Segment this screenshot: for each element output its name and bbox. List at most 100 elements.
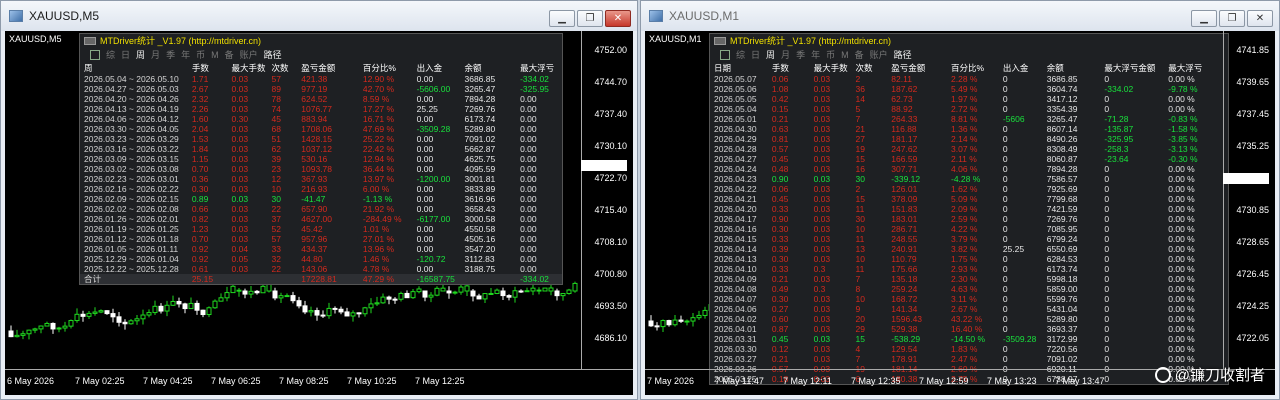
table-row: 2026.04.16 0.30 0.03 10 286.71 4.22 % 0 7085.95… xyxy=(710,224,1228,234)
stats-tab[interactable]: 季 xyxy=(166,48,175,62)
stats-tab[interactable]: 综 xyxy=(736,48,745,62)
minimize-button[interactable]: ▁ xyxy=(549,10,575,27)
column-header[interactable]: 手数 xyxy=(768,62,810,74)
table-cell: 0.03 xyxy=(813,184,831,194)
candle-body xyxy=(440,287,446,292)
stats-tab[interactable]: 月 xyxy=(781,48,790,62)
panel-toggle-icon[interactable] xyxy=(84,37,96,45)
table-cell: 2.67 % xyxy=(951,304,978,314)
stats-tab[interactable]: 月 xyxy=(151,48,160,62)
stats-tab[interactable]: 日 xyxy=(121,48,130,62)
price-axis[interactable]: 4752.00 4744.70 4737.40 4730.10 4722.70 4715.… xyxy=(581,31,633,369)
column-header[interactable]: 最大浮亏 xyxy=(1164,62,1228,74)
price-chart[interactable]: XAUUSD,M5 MTDriver统计 _V1.97 (http://mtdr… xyxy=(5,31,633,395)
table-cell: 0.00 % xyxy=(1168,294,1195,304)
stats-tab[interactable]: 年 xyxy=(811,48,820,62)
column-header[interactable]: 日期 xyxy=(710,62,768,74)
table-cell: 0 xyxy=(1104,224,1110,234)
table-cell: 3.82 % xyxy=(951,244,978,254)
table-cell: 0.00 xyxy=(520,174,537,184)
panel-toggle-icon[interactable] xyxy=(714,37,726,45)
table-cell: 16 xyxy=(855,164,865,174)
column-header[interactable]: 手数 xyxy=(188,62,228,74)
table-cell: -5606 xyxy=(1002,114,1025,124)
column-header[interactable]: 次数 xyxy=(852,62,888,74)
stats-tab[interactable]: 币 xyxy=(826,48,835,62)
table-cell: 0.00 xyxy=(416,144,434,154)
column-header[interactable]: 盈亏金额 xyxy=(297,62,359,74)
window-titlebar[interactable]: XAUUSD,M5 ▁ ❐ ✕ xyxy=(1,1,637,31)
time-axis[interactable]: 6 May 2026 7 May 02:25 7 May 04:25 7 May 06… xyxy=(5,369,633,395)
table-cell: 8308.49 xyxy=(1046,144,1078,154)
table-cell: 0.00 % xyxy=(1168,74,1195,84)
stats-tab[interactable]: 日 xyxy=(751,48,760,62)
table-cell: 2026.05.01 xyxy=(714,114,757,124)
table-cell: 6550.69 xyxy=(1046,244,1078,254)
column-header[interactable]: 出入金 xyxy=(999,62,1043,74)
minimize-button[interactable]: ▁ xyxy=(1191,10,1217,27)
table-cell: 0.39 xyxy=(771,244,789,254)
table-row: 2026.04.24 0.48 0.03 16 307.71 4.06 % 0 7894.28… xyxy=(710,164,1228,174)
time-tick-label: 7 May 12:25 xyxy=(415,376,465,386)
chart-window-xauusd-m5[interactable]: XAUUSD,M5 ▁ ❐ ✕ XAUUSD,M5 MTDriver统计 _V1… xyxy=(0,0,638,400)
stats-tab[interactable]: M xyxy=(211,48,219,62)
candle-body xyxy=(260,285,266,294)
table-row: 2026.04.08 0.49 0.3 8 259.24 4.63 % 0 5859.00 0 0… xyxy=(710,284,1228,294)
column-header[interactable]: 余额 xyxy=(461,62,517,74)
price-chart[interactable]: XAUUSD,M1 MTDriver统计 _V1.97 (http://mtdr… xyxy=(645,31,1275,395)
chart-window-xauusd-m1[interactable]: XAUUSD,M1 ▁ ❐ ✕ XAUUSD,M1 MTDriver统计 _V1… xyxy=(640,0,1280,400)
stats-tab[interactable]: 综 xyxy=(106,48,115,62)
column-header[interactable]: 最大浮亏金额 xyxy=(1100,62,1164,74)
table-cell: 37 xyxy=(271,214,281,224)
stats-panel[interactable]: MTDriver统计 _V1.97 (http://mtdriver.cn) 综… xyxy=(709,33,1229,385)
close-button[interactable]: ✕ xyxy=(1247,10,1273,27)
column-header[interactable]: 余额 xyxy=(1043,62,1101,74)
stats-tab[interactable]: 季 xyxy=(796,48,805,62)
panel-settings-icon[interactable] xyxy=(720,50,730,60)
column-header[interactable]: 出入金 xyxy=(413,62,461,74)
stats-tab[interactable]: 账户 xyxy=(870,48,888,62)
table-cell: 9 xyxy=(855,304,861,314)
stats-tab[interactable]: 路径 xyxy=(264,48,282,62)
weekly-stats-table: 周手数 最大手数 次数 盈亏金额 百分比% 出入金 余额 最大浮亏 2026.05.04 ~ 2… xyxy=(80,62,562,284)
column-header[interactable]: 最大浮亏 xyxy=(516,62,562,74)
column-header[interactable]: 百分比% xyxy=(947,62,999,74)
table-cell: 7 xyxy=(855,114,861,124)
column-header[interactable]: 最大手数 xyxy=(228,62,268,74)
table-cell: 2026.03.23 ~ 2026.03.29 xyxy=(84,134,179,144)
table-cell: 0.00 % xyxy=(1168,194,1195,204)
panel-settings-icon[interactable] xyxy=(90,50,100,60)
table-row: 2026.03.09 ~ 2026.03.15 1.15 0.03 39 530.16 1… xyxy=(80,154,562,164)
restore-button[interactable]: ❐ xyxy=(577,10,603,27)
table-cell: 0.00 % xyxy=(1168,104,1195,114)
column-header[interactable]: 百分比% xyxy=(359,62,413,74)
stats-tab[interactable]: 币 xyxy=(196,48,205,62)
stats-tab-bar: 综日周月季年币 M 备账户 路径 xyxy=(710,48,1228,62)
stats-tab[interactable]: 周 xyxy=(766,48,775,62)
close-button[interactable]: ✕ xyxy=(605,10,631,27)
stats-tab[interactable]: 账户 xyxy=(240,48,258,62)
table-cell: 0.03 xyxy=(813,354,831,364)
stats-tab[interactable]: 路径 xyxy=(894,48,912,62)
table-row: 2026.04.15 0.33 0.03 11 248.55 3.79 % 0 6799.24… xyxy=(710,234,1228,244)
table-cell: 2026.04.02 xyxy=(714,314,757,324)
restore-button[interactable]: ❐ xyxy=(1219,10,1245,27)
stats-tab[interactable]: 年 xyxy=(181,48,190,62)
stats-tab[interactable]: 备 xyxy=(225,48,234,62)
column-header[interactable]: 盈亏金额 xyxy=(887,62,947,74)
stats-tab[interactable]: 备 xyxy=(855,48,864,62)
price-tick-label: 4722.70 xyxy=(594,173,627,183)
stats-panel[interactable]: MTDriver统计 _V1.97 (http://mtdriver.cn) 综… xyxy=(79,33,563,285)
stats-tab[interactable]: 周 xyxy=(136,48,145,62)
column-header[interactable]: 次数 xyxy=(267,62,297,74)
table-cell: 657.90 xyxy=(301,204,328,214)
stats-tab[interactable]: M xyxy=(841,48,849,62)
column-header[interactable]: 周 xyxy=(80,62,188,74)
table-cell: 0.45 xyxy=(771,194,789,204)
column-header[interactable]: 最大手数 xyxy=(810,62,852,74)
table-cell: 52 xyxy=(271,224,281,234)
window-titlebar[interactable]: XAUUSD,M1 ▁ ❐ ✕ xyxy=(641,1,1279,31)
price-axis[interactable]: 4741.854739.654737.454735.254733.054730.… xyxy=(1223,31,1275,369)
table-cell: 143.06 xyxy=(301,264,328,274)
table-cell: 529.38 xyxy=(891,324,918,334)
